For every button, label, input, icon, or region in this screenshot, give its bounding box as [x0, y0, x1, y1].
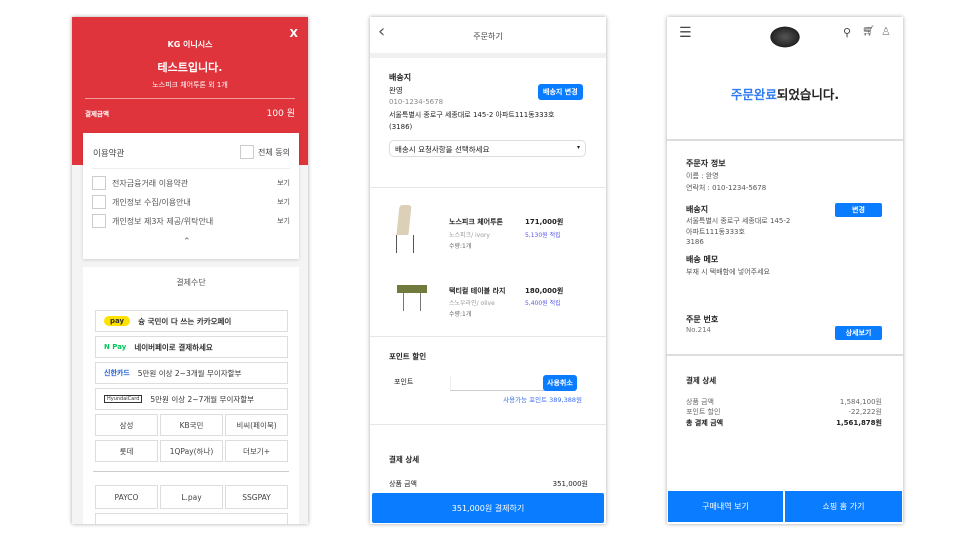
page-title: 주문하기 [473, 32, 503, 41]
payment-screen: KG 이니시스 X 테스트입니다. 노스피크 체어투톤 외 1개 결제금액 10… [72, 17, 308, 524]
item-name: 택티컬 테이블 라지 [449, 287, 506, 295]
pay-detail-title: 결제 상세 [686, 376, 717, 385]
row-value: -22,222원 [848, 408, 882, 416]
point-input[interactable] [450, 376, 546, 391]
term-item[interactable]: 전자금융거래 이용약관 보기 [92, 176, 290, 190]
chair-image [394, 205, 416, 255]
order-screen: ‹ 주문하기 배송지 완영 배송지 변경 010-1234-5678 서울특별시… [370, 17, 606, 524]
shipping-title: 배송지 [686, 205, 709, 214]
item-price: 180,000원 [525, 287, 564, 295]
ssgpay-button[interactable]: SSGPAY [225, 485, 288, 509]
recipient-zip: (3186) [389, 123, 413, 131]
item-point: 5,400원 적립 [525, 300, 561, 307]
view-link[interactable]: 보기 [277, 178, 290, 188]
card-samsung[interactable]: 삼성 [95, 414, 158, 436]
chevron-down-icon: ▾ [576, 144, 580, 151]
user-icon[interactable]: ♙ [881, 25, 891, 38]
table-image [397, 285, 427, 313]
point-label: 포인트 [394, 378, 414, 386]
goods-amount: 351,000원 [552, 480, 588, 488]
shinhan-card-button[interactable]: 신한카드 5만원 이상 2~3개월 무이자할부 [95, 362, 288, 384]
recipient-address: 서울특별시 종로구 세종대로 145-2 아파트111동333호 [389, 111, 555, 119]
detail-button[interactable]: 상세보기 [835, 326, 882, 340]
row-value: 1,584,100원 [839, 398, 882, 406]
card-hana[interactable]: 1QPay(하나) [160, 440, 223, 462]
recipient-name: 완영 [389, 86, 403, 95]
terms-title: 이용약관 [93, 149, 125, 159]
term-item[interactable]: 개인정보 제3자 제공/위탁안내 보기 [92, 214, 290, 228]
view-link[interactable]: 보기 [277, 216, 290, 226]
delivery-request-select[interactable]: 배송시 요청사항을 선택하세요 ▾ [389, 140, 586, 157]
more-cards[interactable]: 더보기+ [225, 440, 288, 462]
order-complete-screen: ☰ ⚲ 🛒︎ ♙ 주문완료되었습니다. 주문자 정보 이름 : 완영 연락처 :… [667, 17, 903, 524]
brand-logo: KG 이니시스 [167, 40, 213, 49]
item-qty: 수량:1개 [449, 243, 472, 250]
close-button[interactable]: X [290, 27, 298, 40]
orderer-title: 주문자 정보 [686, 159, 726, 168]
product-summary: 노스피크 체어투톤 외 1개 [152, 81, 228, 89]
memo-title: 배송 메모 [686, 255, 719, 264]
goods-label: 상품 금액 [389, 480, 417, 488]
recipient-phone: 010-1234-5678 [389, 98, 444, 106]
address-line: 서울특별시 종로구 세종대로 145-2 [686, 217, 791, 225]
address-line: 아파트111동333호 [686, 228, 745, 236]
item-option: 노스피크/ ivory [449, 232, 490, 239]
payment-methods: 결제수단 pay 슝 국민이 다 쓰는 카카오페이 N Pay 네이버페이로 결제하… [83, 267, 299, 524]
naverpay-button[interactable]: N Pay 네이버페이로 결제하세요 [95, 336, 288, 358]
term-item[interactable]: 개인정보 수집/이용안내 보기 [92, 195, 290, 209]
order-number: No.214 [686, 326, 711, 334]
payco-button[interactable]: PAYCO [95, 485, 158, 509]
shipping-title: 배송지 [389, 73, 412, 82]
terms-card: 이용약관 전체 동의 전자금융거래 이용약관 보기 개인정보 수집/이용안내 보기 … [83, 133, 299, 259]
row-label: 포인트 할인 [686, 408, 721, 416]
item-name: 노스피크 체어투톤 [449, 218, 503, 226]
orderer-phone: 연락처 : 010-1234-5678 [686, 184, 767, 192]
change-address-button[interactable]: 배송지 변경 [538, 84, 583, 100]
card-bc[interactable]: 비씨(페이북) [225, 414, 288, 436]
hyundai-card-button[interactable]: HyundaiCard 5만원 이상 2~7개월 무이자할부 [95, 388, 288, 410]
chevron-up-icon[interactable]: ⌃ [183, 237, 191, 247]
available-points: 사용가능 포인트 389,388원 [503, 396, 582, 404]
pay-button[interactable]: 351,000원 결제하기 [372, 493, 604, 523]
total-label: 총 결제 금액 [686, 419, 724, 427]
orderer-name: 이름 : 완영 [686, 172, 719, 180]
view-link[interactable]: 보기 [277, 197, 290, 207]
search-icon[interactable]: ⚲ [843, 26, 851, 39]
item-option: 스노우라인/ olive [449, 300, 495, 307]
card-lotte[interactable]: 롯데 [95, 440, 158, 462]
payment-title: 테스트입니다. [157, 61, 223, 74]
memo-text: 부재 시 택배함에 넣어주세요 [686, 268, 770, 276]
cart-icon[interactable]: 🛒︎ [862, 26, 875, 37]
purchase-history-button[interactable]: 구매내역 보기 [668, 491, 783, 522]
point-cancel-button[interactable]: 사용취소 [543, 375, 577, 391]
agree-all-checkbox[interactable]: 전체 동의 [240, 145, 290, 159]
amount-value: 100 원 [266, 109, 295, 119]
point-title: 포인트 할인 [389, 352, 427, 361]
item-price: 171,000원 [525, 218, 564, 226]
total-value: 1,561,878원 [836, 419, 882, 427]
method-title: 결제수단 [176, 278, 206, 287]
menu-icon[interactable]: ☰ [679, 25, 692, 41]
card-kb[interactable]: KB국민 [160, 414, 223, 436]
pay-detail-title: 결제 상세 [389, 455, 420, 464]
shopping-home-button[interactable]: 쇼핑 홈 가기 [785, 491, 902, 522]
item-qty: 수량:1개 [449, 311, 472, 318]
row-label: 상품 금액 [686, 398, 714, 406]
item-point: 5,130원 적립 [525, 232, 561, 239]
order-number-title: 주문 번호 [686, 315, 719, 324]
kakaopay-button[interactable]: pay 슝 국민이 다 쓰는 카카오페이 [95, 310, 288, 332]
complete-title: 주문완료되었습니다. [730, 87, 840, 102]
change-button[interactable]: 변경 [835, 203, 882, 217]
address-zip: 3186 [686, 238, 704, 246]
lpay-button[interactable]: L.pay [160, 485, 223, 509]
amount-label: 결제금액 [85, 110, 109, 118]
brand-logo[interactable] [768, 25, 802, 49]
